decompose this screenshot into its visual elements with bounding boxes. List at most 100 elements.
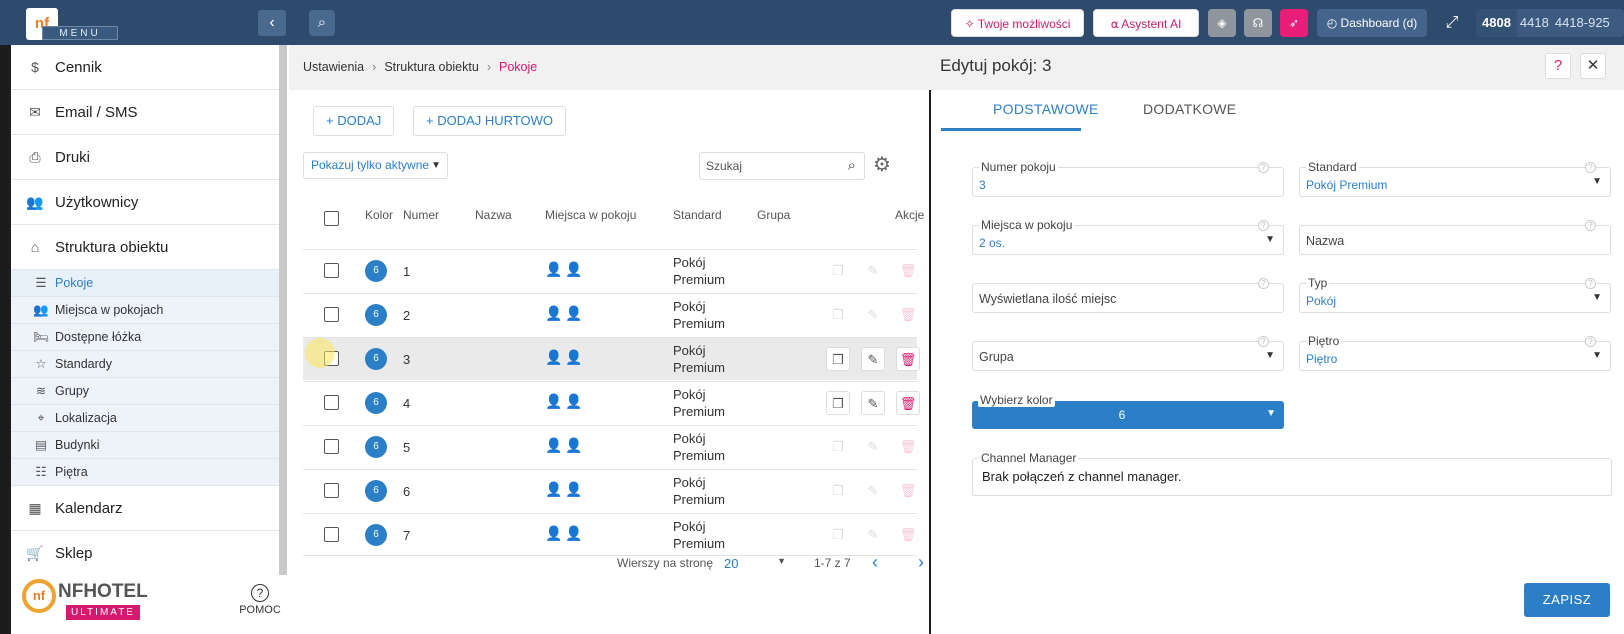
standard-select[interactable]: Standard Pokój Premium ▼? — [1299, 160, 1611, 197]
sidebar-sub-lokalizacja[interactable]: ⌖ Lokalizacja — [11, 405, 279, 432]
dollar-icon: $ — [31, 59, 39, 75]
copy-icon[interactable]: ❐ — [826, 523, 850, 547]
row-checkbox[interactable] — [324, 395, 339, 410]
sidebar-sub-pietra[interactable]: ☷ Piętra — [11, 459, 279, 486]
delete-icon[interactable]: 🗑 — [896, 523, 920, 547]
settings-gear-icon[interactable]: ⚙ — [873, 152, 891, 177]
sidebar-item-cennik[interactable]: $ Cennik — [11, 45, 279, 90]
next-page-icon[interactable]: › — [918, 552, 924, 573]
sidebar-item-uzytkownicy[interactable]: 👥 Użytkownicy — [11, 180, 279, 225]
edit-icon[interactable]: ✎ — [861, 259, 885, 283]
copy-icon[interactable]: ❐ — [826, 303, 850, 327]
support-button[interactable]: ☊ — [1244, 9, 1272, 37]
room-standard: Pokój Premium — [673, 386, 725, 420]
hotel-id-secondary: 4418 — [1519, 15, 1549, 30]
close-button[interactable]: ✕ — [1580, 53, 1606, 79]
sidebar-sub-grupy[interactable]: ≋ Grupy — [11, 378, 279, 405]
caret-down-icon: ▼ — [1265, 350, 1275, 361]
search-input[interactable]: Szukaj ⌕ — [699, 152, 865, 180]
room-number-field[interactable]: Numer pokoju 3? — [972, 160, 1284, 197]
edit-icon[interactable]: ✎ — [861, 303, 885, 327]
edit-icon[interactable]: ✎ — [861, 391, 885, 415]
delete-icon[interactable]: 🗑 — [896, 347, 920, 371]
active-tab-indicator — [941, 128, 1081, 131]
name-field[interactable]: Nazwa? — [1299, 220, 1611, 255]
breadcrumb-item[interactable]: Struktura obiektu — [384, 60, 479, 74]
global-search-button[interactable]: ⌕ — [309, 10, 335, 36]
delete-icon[interactable]: 🗑 — [896, 303, 920, 327]
rows-per-page-select[interactable]: 20 ▼ — [724, 556, 786, 571]
table-row[interactable]: 6 6 👤👤 Pokój Premium ❐ ✎ 🗑 — [303, 469, 917, 512]
layers-button[interactable]: ◈ — [1208, 9, 1236, 37]
sidebar-sub-budynki[interactable]: ▤ Budynki — [11, 432, 279, 459]
sidebar-scrollbar[interactable] — [279, 45, 287, 575]
breadcrumb-item[interactable]: Ustawienia — [303, 60, 364, 74]
sidebar-sub-standardy[interactable]: ☆ Standardy — [11, 351, 279, 378]
edit-icon[interactable]: ✎ — [861, 347, 885, 371]
table-row[interactable]: 6 5 👤👤 Pokój Premium ❐ ✎ 🗑 — [303, 425, 917, 468]
field-value: 6 — [1118, 408, 1126, 422]
column-header-places: Miejsca w pokoju — [545, 208, 637, 222]
type-select[interactable]: Typ Pokój ▼? — [1299, 276, 1611, 313]
save-button[interactable]: ZAPISZ — [1524, 583, 1610, 617]
table-row[interactable]: 6 2 👤👤 Pokój Premium ❐ ✎ 🗑 — [303, 293, 917, 336]
delete-icon[interactable]: 🗑 — [896, 479, 920, 503]
row-checkbox[interactable] — [324, 307, 339, 322]
sidebar-item-kalendarz[interactable]: ▦ Kalendarz — [11, 486, 279, 531]
prev-page-icon[interactable]: ‹ — [872, 552, 878, 573]
table-row[interactable]: 6 4 👤👤 Pokój Premium ❐ ✎ 🗑 — [303, 381, 920, 424]
copy-icon[interactable]: ❐ — [826, 259, 850, 283]
edit-icon[interactable]: ✎ — [861, 479, 885, 503]
table-row[interactable]: 6 1 👤👤 Pokój Premium ❐ ✎ 🗑 — [303, 249, 917, 292]
tab-dodatkowe[interactable]: DODATKOWE — [1143, 101, 1236, 117]
display-places-field[interactable]: Wyświetlana ilość miejsc? — [972, 278, 1284, 313]
help-button[interactable]: ? — [1545, 53, 1571, 79]
delete-icon[interactable]: 🗑 — [896, 435, 920, 459]
copy-icon[interactable]: ❐ — [826, 479, 850, 503]
floor-select[interactable]: Piętro Piętro ▼? — [1299, 334, 1611, 371]
select-all-checkbox[interactable] — [324, 211, 339, 226]
standard-line: Pokój — [673, 299, 706, 314]
ai-assistant-button[interactable]: ⍺ Asystent AI — [1093, 9, 1199, 37]
room-number: 4 — [403, 396, 411, 411]
row-checkbox[interactable] — [324, 483, 339, 498]
table-row[interactable]: 6 7 👤👤 Pokój Premium ❐ ✎ 🗑 — [303, 513, 917, 556]
menu-label[interactable]: MENU — [42, 26, 118, 40]
copy-icon[interactable]: ❐ — [826, 347, 850, 371]
dashboard-button[interactable]: ◴ Dashboard (d) — [1317, 9, 1427, 37]
sidebar-item-druki[interactable]: ⎙ Druki — [11, 135, 279, 180]
field-value: 2 os. — [979, 236, 1006, 250]
row-checkbox[interactable] — [324, 439, 339, 454]
sidebar-sub-lozka[interactable]: 🛏 Dostępne łóżka — [11, 324, 279, 351]
active-filter-select[interactable]: Pokazuj tylko aktywne ▼ — [303, 152, 448, 179]
expand-icon: ⤢ — [1445, 14, 1459, 31]
sidebar-item-email-sms[interactable]: ✉ Email / SMS — [11, 90, 279, 135]
color-select[interactable]: Wybierz kolor 6 ▼ — [972, 393, 1284, 429]
row-checkbox[interactable] — [324, 263, 339, 278]
features-button[interactable]: ✧ Twoje możliwości — [951, 9, 1084, 37]
add-room-button[interactable]: + DODAJ — [313, 106, 395, 136]
help-button[interactable]: ? POMOC — [236, 584, 284, 626]
collapse-sidebar-button[interactable]: ‹ — [258, 10, 286, 36]
two-persons-icon: 👤👤 — [545, 525, 586, 541]
group-select[interactable]: Grupa ▼? — [972, 336, 1284, 371]
tab-podstawowe[interactable]: PODSTAWOWE — [993, 101, 1099, 117]
launch-button[interactable]: ➶ — [1280, 9, 1308, 37]
sidebar-sub-miejsca[interactable]: 👥 Miejsca w pokojach — [11, 297, 279, 324]
table-row-selected[interactable]: 6 3 👤👤 Pokój Premium ❐ ✎ 🗑 — [303, 337, 920, 380]
delete-icon[interactable]: 🗑 — [896, 259, 920, 283]
breadcrumb-current: Pokoje — [498, 60, 538, 74]
sidebar-item-struktura-obiektu[interactable]: ⌂ Struktura obiektu — [11, 225, 279, 270]
fullscreen-button[interactable]: ⤢ — [1438, 9, 1466, 37]
copy-icon[interactable]: ❐ — [826, 435, 850, 459]
copy-icon[interactable]: ❐ — [826, 391, 850, 415]
places-select[interactable]: Miejsca w pokoju 2 os. ▼? — [972, 218, 1284, 255]
search-icon[interactable]: ⌕ — [848, 153, 856, 179]
edit-icon[interactable]: ✎ — [861, 435, 885, 459]
row-checkbox[interactable] — [324, 527, 339, 542]
add-bulk-button[interactable]: + DODAJ HURTOWO — [413, 106, 567, 136]
sidebar-sub-pokoje[interactable]: ☰ Pokoje — [11, 270, 279, 297]
delete-icon[interactable]: 🗑 — [896, 391, 920, 415]
sidebar-item-sklep[interactable]: 🛒 Sklep — [11, 531, 279, 576]
edit-icon[interactable]: ✎ — [861, 523, 885, 547]
